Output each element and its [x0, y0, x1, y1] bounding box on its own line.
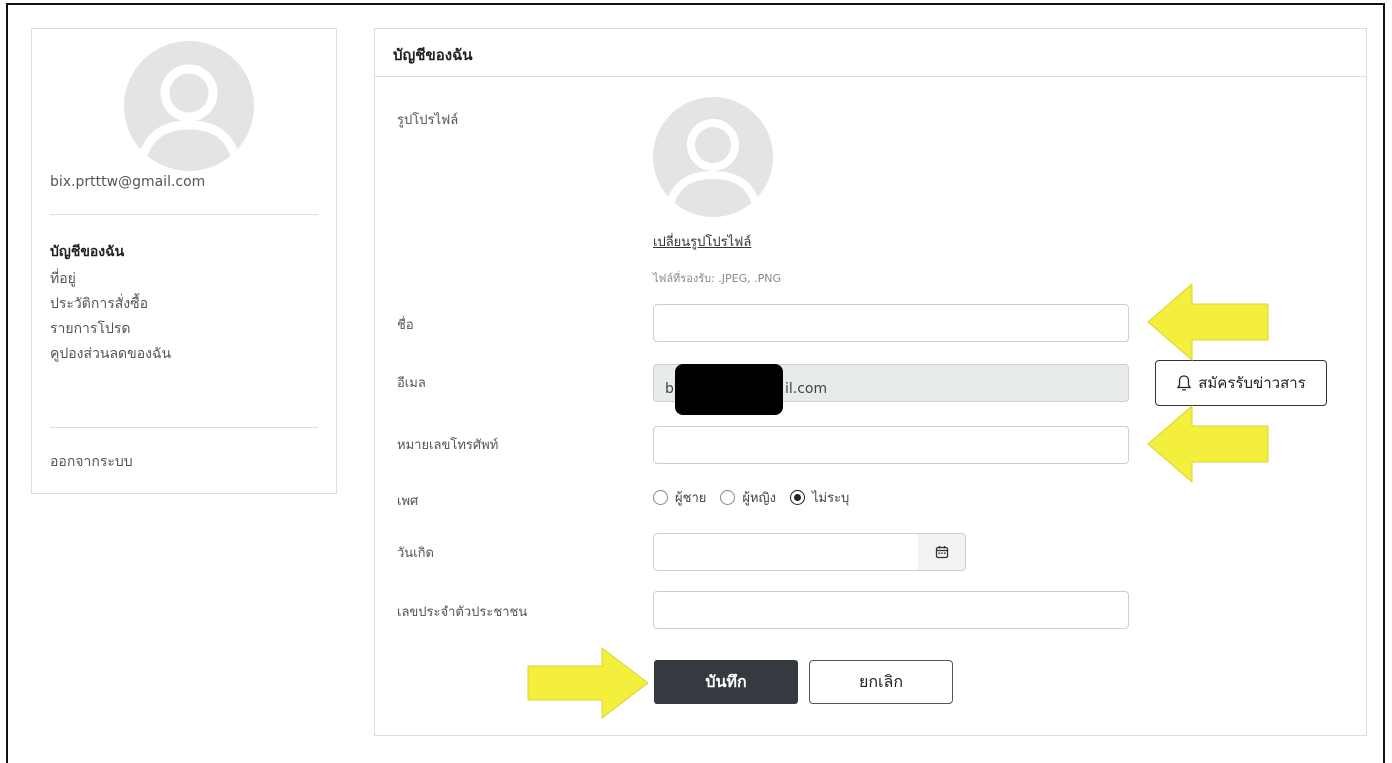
subscribe-label: สมัครรับข่าวสาร: [1198, 374, 1306, 392]
subscribe-newsletter-button[interactable]: สมัครรับข่าวสาร: [1155, 360, 1327, 406]
sidebar-item-coupons[interactable]: คูปองส่วนลดของฉัน: [50, 343, 171, 368]
radio-circle: [720, 490, 736, 505]
divider: [50, 214, 318, 215]
page-title: บัญชีของฉัน: [393, 46, 473, 64]
user-placeholder-icon: [667, 119, 759, 205]
national-id-label: เลขประจำตัวประชาชน: [397, 605, 528, 620]
sidebar-item-favorites[interactable]: รายการโปรด: [50, 318, 171, 343]
email-value: il.com: [785, 381, 828, 397]
radio-label: ผู้หญิง: [742, 491, 776, 506]
phone-input[interactable]: [653, 426, 1129, 464]
redaction-box: [675, 364, 783, 415]
radio-label: ผู้ชาย: [675, 491, 707, 506]
logout-link[interactable]: ออกจากระบบ: [50, 451, 133, 473]
radio-circle-selected: [789, 490, 805, 505]
phone-label: หมายเลขโทรศัพท์: [397, 438, 499, 453]
calendar-button[interactable]: [918, 533, 966, 571]
email-label: อีเมล: [397, 376, 426, 391]
annotation-arrow-right-icon: [527, 646, 649, 720]
birthday-label: วันเกิด: [397, 546, 434, 561]
account-sidebar: bix.prtttw@gmail.com บัญชีของฉัน ที่อยู่…: [31, 28, 337, 494]
save-button[interactable]: บันทึก: [654, 660, 798, 704]
annotation-arrow-left-icon: [1147, 282, 1269, 362]
email-prefix: b: [665, 381, 674, 397]
gender-radio-male[interactable]: ผู้ชาย: [653, 487, 706, 508]
sidebar-item-my-account[interactable]: บัญชีของฉัน: [50, 241, 171, 266]
file-type-hint: ไฟล์ที่รองรับ: .JPEG, .PNG: [653, 272, 782, 285]
profile-avatar: [653, 97, 773, 217]
annotation-arrow-left-icon: [1147, 404, 1269, 484]
gender-radio-group: ผู้ชาย ผู้หญิง ไม่ระบุ: [653, 487, 863, 508]
gender-label: เพศ: [397, 494, 419, 509]
cancel-button[interactable]: ยกเลิก: [809, 660, 953, 704]
calendar-icon: [935, 546, 948, 559]
user-placeholder-icon: [139, 64, 239, 158]
radio-circle: [653, 490, 668, 505]
radio-label: ไม่ระบุ: [811, 491, 850, 506]
sidebar-item-address[interactable]: ที่อยู่: [50, 268, 171, 293]
avatar: [124, 41, 254, 171]
sidebar-item-order-history[interactable]: ประวัติการสั่งซื้อ: [50, 293, 171, 318]
birthday-input[interactable]: [653, 533, 919, 571]
name-input[interactable]: [653, 304, 1129, 342]
gender-radio-unspecified[interactable]: ไม่ระบุ: [789, 487, 850, 508]
sidebar-menu: บัญชีของฉัน ที่อยู่ ประวัติการสั่งซื้อ ร…: [50, 241, 171, 368]
panel-header: บัญชีของฉัน: [375, 29, 1366, 77]
user-email: bix.prtttw@gmail.com: [50, 174, 206, 190]
divider: [50, 427, 318, 428]
national-id-input[interactable]: [653, 591, 1129, 629]
profile-label: รูปโปรไฟล์: [397, 113, 459, 128]
bell-icon: [1177, 375, 1192, 391]
name-label: ชื่อ: [397, 318, 414, 333]
change-photo-link[interactable]: เปลี่ยนรูปโปรไฟล์: [653, 231, 751, 252]
gender-radio-female[interactable]: ผู้หญิง: [720, 487, 776, 508]
account-panel: บัญชีของฉัน รูปโปรไฟล์ เปลี่ยนรูปโปรไฟล์…: [374, 28, 1367, 736]
